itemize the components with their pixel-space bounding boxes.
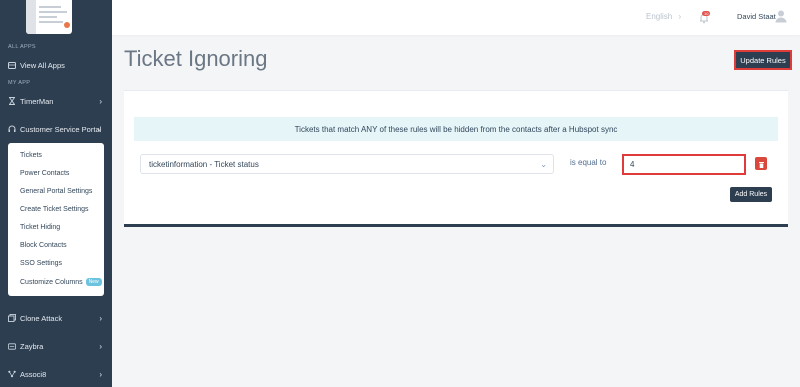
sidebar-item-view-all-apps[interactable]: View All Apps — [0, 55, 112, 75]
card-icon — [8, 342, 16, 350]
sidebar: ALL APPS View All Apps MY APP TimerMan ›… — [0, 0, 112, 387]
rules-card: Tickets that match ANY of these rules wi… — [124, 90, 788, 227]
rule-field-select[interactable]: ticketinformation - Ticket status ⌄ — [140, 154, 554, 174]
submenu-item-create-ticket-settings[interactable]: Create Ticket Settings — [20, 206, 88, 213]
chevron-right-icon: › — [99, 313, 102, 323]
submenu-item-power-contacts[interactable]: Power Contacts — [20, 170, 69, 177]
submenu-item-label: Customize Columns — [20, 278, 83, 286]
chevron-right-icon: › — [99, 341, 102, 351]
language-selector[interactable]: English › — [646, 12, 681, 21]
submenu-item-tickets[interactable]: Tickets — [20, 152, 42, 159]
sidebar-item-clone-attack[interactable]: Clone Attack › — [0, 308, 112, 328]
chevron-down-icon: ⌄ — [96, 126, 102, 133]
submenu-item-block-contacts[interactable]: Block Contacts — [20, 242, 67, 249]
submenu-item-ticket-hiding[interactable]: Ticket Hiding — [20, 224, 60, 231]
rule-value-input[interactable]: 4 — [622, 154, 746, 175]
copy-icon — [8, 314, 16, 322]
notification-count-badge: 10 — [702, 11, 711, 16]
customer-service-portal-submenu: Tickets Power Contacts General Portal Se… — [8, 143, 104, 296]
new-badge: New — [85, 278, 102, 286]
headset-icon — [8, 125, 16, 133]
submenu-item-customize-columns[interactable]: Customize Columns New — [20, 278, 102, 286]
sidebar-item-label: Customer Service Portal — [20, 124, 102, 134]
submenu-item-general-portal-settings[interactable]: General Portal Settings — [20, 188, 92, 195]
rule-field-value: ticketinformation - Ticket status — [149, 159, 259, 169]
app-logo-thumbnail[interactable] — [26, 0, 72, 34]
sidebar-item-customer-service-portal[interactable]: Customer Service Portal ⌄ — [0, 119, 112, 139]
grid-icon — [8, 61, 16, 69]
page-title: Ticket Ignoring — [124, 46, 268, 71]
user-name[interactable]: David Staat — [737, 12, 776, 21]
sidebar-item-label: View All Apps — [20, 60, 65, 70]
chevron-right-icon: › — [99, 96, 102, 106]
sidebar-item-associ8[interactable]: Associ8 › — [0, 364, 112, 384]
network-icon — [8, 370, 16, 378]
rule-operator-label: is equal to — [570, 158, 607, 167]
submenu-item-sso-settings[interactable]: SSO Settings — [20, 260, 62, 267]
sidebar-item-label: Associ8 — [20, 369, 47, 379]
language-label: English — [646, 12, 673, 21]
sidebar-item-timerman[interactable]: TimerMan › — [0, 91, 112, 111]
my-app-section-label: MY APP — [8, 80, 31, 86]
hourglass-icon — [8, 97, 16, 105]
trash-icon — [758, 155, 764, 173]
sidebar-item-label: Zaybra — [20, 341, 44, 351]
chevron-right-icon: › — [99, 369, 102, 379]
chevron-down-icon: ⌄ — [540, 160, 547, 169]
all-apps-section-label: ALL APPS — [8, 44, 36, 50]
avatar[interactable] — [774, 9, 788, 23]
top-bar: English › 10 David Staat — [112, 0, 800, 35]
sidebar-item-label: Clone Attack — [20, 313, 63, 323]
sidebar-item-zaybra[interactable]: Zaybra › — [0, 336, 112, 356]
update-rules-button[interactable]: Update Rules — [734, 50, 792, 70]
chevron-right-icon: › — [678, 12, 682, 21]
delete-rule-button[interactable] — [755, 157, 767, 170]
add-rules-button[interactable]: Add Rules — [730, 187, 772, 202]
info-banner: Tickets that match ANY of these rules wi… — [134, 117, 778, 141]
sidebar-item-label: TimerMan — [20, 96, 54, 106]
